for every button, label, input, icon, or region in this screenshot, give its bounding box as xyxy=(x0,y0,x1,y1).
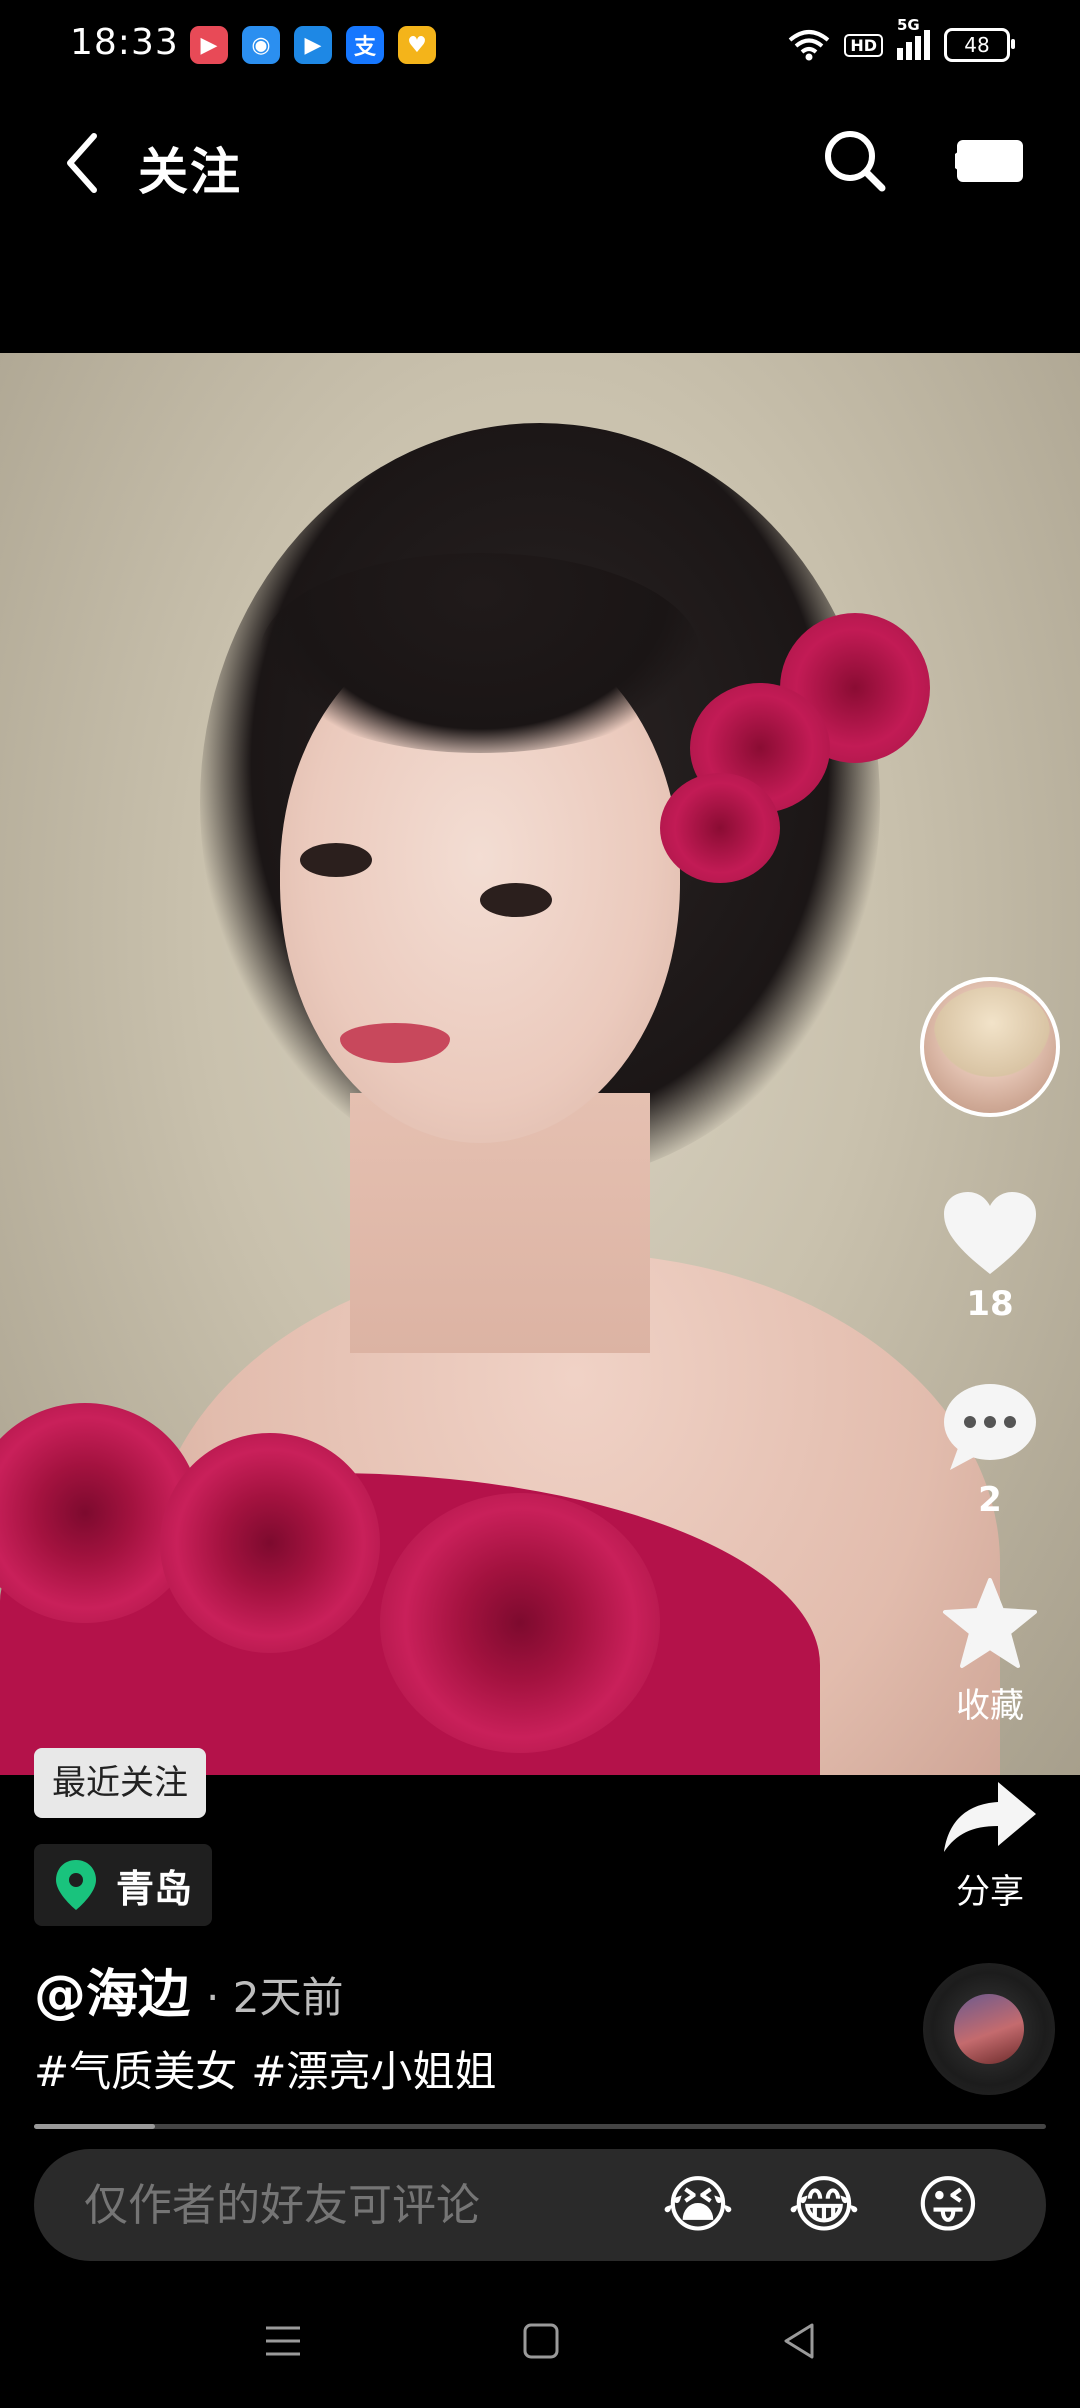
comment-bar: 😭 😂 😜 xyxy=(34,2149,1046,2263)
music-cover-art xyxy=(954,1994,1024,2064)
alipay-app-icon: 支 xyxy=(346,26,384,64)
top-header: 关注 xyxy=(0,110,1080,220)
recent-follow-tag: 最近关注 xyxy=(34,1748,206,1818)
status-bar: 18:33 ▶ ◉ ▶ 支 ♥ HD 5G 48 xyxy=(0,0,1080,96)
share-arrow-icon xyxy=(944,1782,1036,1852)
home-square-icon[interactable] xyxy=(521,2320,561,2362)
wifi-icon xyxy=(789,30,830,61)
emoji-crying-laugh-button[interactable]: 😭 xyxy=(660,2167,736,2243)
post-time: · 2天前 xyxy=(206,1973,344,2022)
image-right-eye xyxy=(480,883,552,917)
back-arrow-icon[interactable] xyxy=(62,130,102,196)
comment-count: 2 xyxy=(978,1480,1002,1520)
location-pin-icon xyxy=(56,1860,96,1910)
page-title: 关注 xyxy=(138,143,242,201)
comment-button[interactable]: 2 xyxy=(910,1382,1070,1520)
hashtag[interactable]: #漂亮小姐姐 xyxy=(251,2038,496,2099)
post-image[interactable] xyxy=(0,353,1080,1775)
music-disc[interactable] xyxy=(923,1963,1055,2095)
video-app-icon: ▶ xyxy=(190,26,228,64)
network-label: 5G xyxy=(897,16,920,34)
favorite-button[interactable]: 收藏 xyxy=(910,1578,1070,1727)
camera-icon[interactable] xyxy=(955,136,1025,186)
video-progress-bar[interactable] xyxy=(34,2124,1046,2129)
status-time: 18:33 xyxy=(70,22,179,63)
image-bangs xyxy=(260,553,700,753)
player-app-icon: ▶ xyxy=(294,26,332,64)
avatar-hair xyxy=(934,987,1050,1077)
browser-app-icon: ◉ xyxy=(242,26,280,64)
like-button[interactable]: 18 xyxy=(910,1190,1070,1324)
hd-badge: HD xyxy=(844,33,883,57)
battery-level: 48 xyxy=(964,33,990,57)
image-dress-rose xyxy=(160,1433,380,1653)
battery-indicator: 48 xyxy=(944,28,1015,62)
signal-icon: 5G xyxy=(897,16,930,60)
author-name[interactable]: @海边 xyxy=(34,1952,190,2027)
share-button[interactable]: 分享 xyxy=(910,1780,1070,1913)
video-progress-fill xyxy=(34,2124,156,2129)
hashtag[interactable]: #气质美女 xyxy=(34,2038,237,2099)
emoji-laugh-button[interactable]: 😂 xyxy=(786,2167,862,2243)
status-indicators: HD 5G 48 xyxy=(788,16,1015,62)
author-line: @海边 · 2天前 xyxy=(34,1952,343,2027)
screen: 18:33 ▶ ◉ ▶ 支 ♥ HD 5G 48 关注 18 2 收藏 分享 最… xyxy=(0,0,1080,2408)
share-label: 分享 xyxy=(956,1872,1024,1912)
hashtag-list: #气质美女 #漂亮小姐姐 xyxy=(34,2038,496,2099)
location-chip[interactable]: 青岛 xyxy=(34,1844,212,1926)
wallet-app-icon: ♥ xyxy=(398,26,436,64)
image-dress-rose xyxy=(380,1493,660,1753)
status-app-icons: ▶ ◉ ▶ 支 ♥ xyxy=(190,26,436,64)
favorite-label: 收藏 xyxy=(956,1686,1024,1726)
star-icon xyxy=(943,1578,1037,1668)
author-avatar[interactable] xyxy=(920,977,1060,1117)
system-nav-bar xyxy=(0,2300,1080,2408)
like-count: 18 xyxy=(966,1284,1014,1324)
search-icon[interactable] xyxy=(822,128,888,194)
heart-icon xyxy=(944,1192,1036,1274)
image-left-eye xyxy=(300,843,372,877)
comment-input[interactable] xyxy=(82,2149,646,2263)
emoji-wink-button[interactable]: 😜 xyxy=(910,2167,986,2243)
comment-bubble-icon xyxy=(944,1384,1036,1470)
image-hair-rose xyxy=(660,773,780,883)
menu-icon[interactable] xyxy=(262,2320,304,2362)
back-triangle-icon[interactable] xyxy=(778,2320,820,2362)
location-text: 青岛 xyxy=(116,1866,193,1911)
